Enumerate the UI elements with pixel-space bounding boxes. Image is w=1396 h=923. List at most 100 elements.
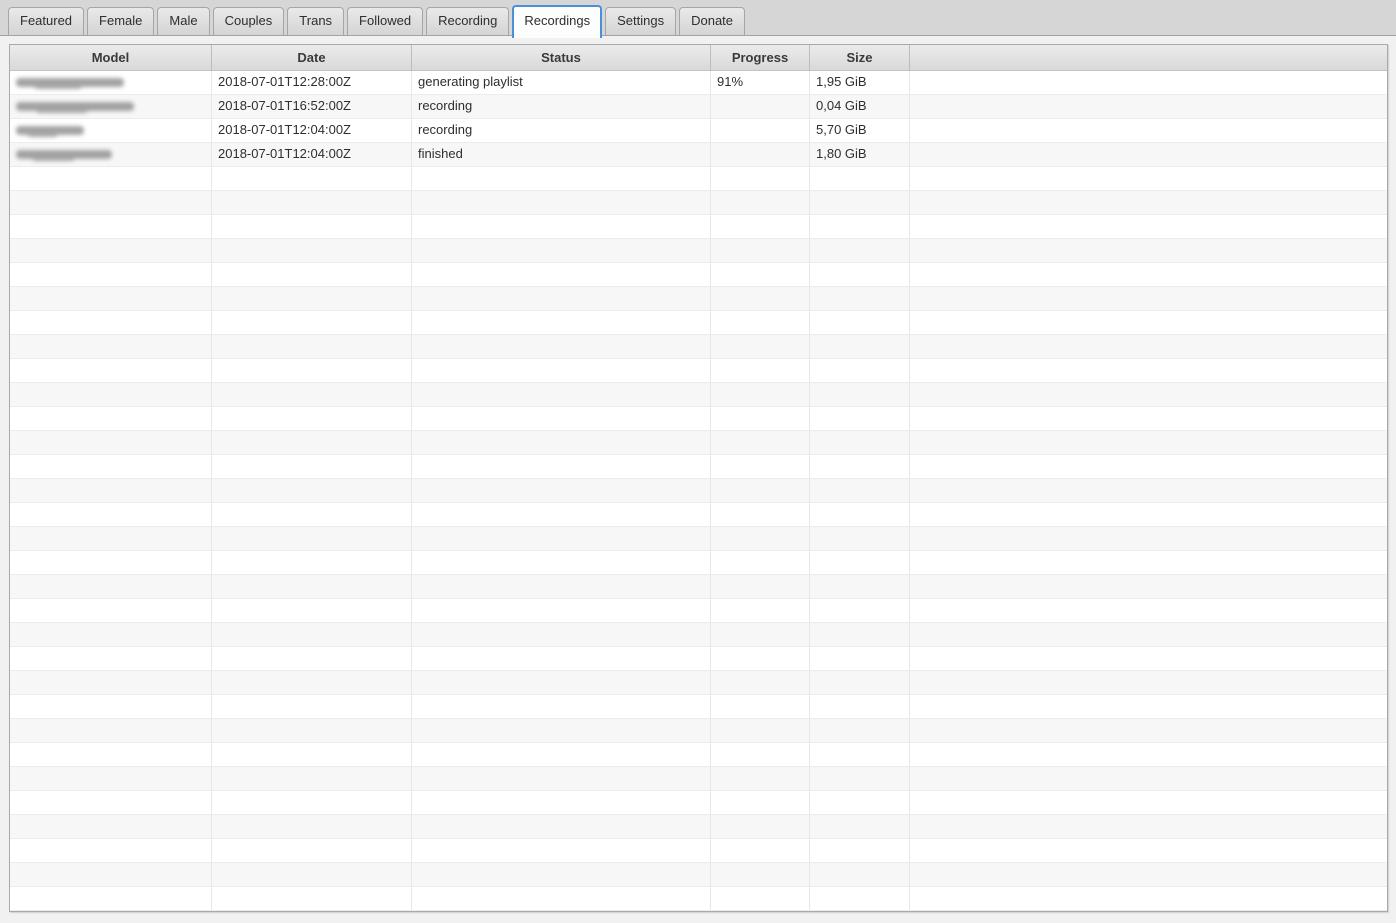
table-row[interactable]: 2018-07-01T12:04:00Zfinished1,80 GiB	[10, 143, 1387, 167]
cell-date	[212, 839, 412, 862]
cell-size	[810, 743, 910, 766]
redacted-model-name-smear	[35, 86, 80, 89]
cell-filler	[910, 143, 1387, 166]
recordings-tab-content: ModelDateStatusProgressSize 2018-07-01T1…	[0, 36, 1396, 923]
table-row-empty	[10, 791, 1387, 815]
cell-progress	[711, 263, 810, 286]
cell-size	[810, 431, 910, 454]
tab-recording[interactable]: Recording	[426, 7, 509, 35]
table-row-empty	[10, 839, 1387, 863]
cell-progress	[711, 575, 810, 598]
column-header-model[interactable]: Model	[10, 45, 212, 71]
cell-model	[10, 479, 212, 502]
cell-progress	[711, 167, 810, 190]
cell-status: recording	[412, 95, 711, 118]
cell-date: 2018-07-01T16:52:00Z	[212, 95, 412, 118]
cell-status	[412, 839, 711, 862]
column-header-status[interactable]: Status	[412, 45, 711, 71]
redacted-model-name	[16, 78, 124, 87]
tab-followed[interactable]: Followed	[347, 7, 423, 35]
table-row-empty	[10, 263, 1387, 287]
tab-featured[interactable]: Featured	[8, 7, 84, 35]
cell-model	[10, 359, 212, 382]
cell-filler	[910, 191, 1387, 214]
cell-size	[810, 695, 910, 718]
cell-date	[212, 287, 412, 310]
table-row-empty	[10, 455, 1387, 479]
cell-date	[212, 767, 412, 790]
cell-size	[810, 599, 910, 622]
table-row-empty	[10, 647, 1387, 671]
tab-donate[interactable]: Donate	[679, 7, 745, 35]
cell-size	[810, 383, 910, 406]
cell-progress	[711, 479, 810, 502]
cell-filler	[910, 455, 1387, 478]
column-header-date[interactable]: Date	[212, 45, 412, 71]
cell-model	[10, 191, 212, 214]
cell-filler	[910, 239, 1387, 262]
cell-model	[10, 143, 212, 166]
table-row-empty	[10, 887, 1387, 911]
cell-progress	[711, 143, 810, 166]
cell-status	[412, 239, 711, 262]
cell-status	[412, 479, 711, 502]
table-row[interactable]: 2018-07-01T12:28:00Zgenerating playlist9…	[10, 71, 1387, 95]
cell-filler	[910, 815, 1387, 838]
table-row-empty	[10, 695, 1387, 719]
cell-filler	[910, 623, 1387, 646]
cell-date	[212, 503, 412, 526]
cell-status	[412, 503, 711, 526]
cell-model	[10, 455, 212, 478]
cell-status	[412, 263, 711, 286]
cell-model	[10, 527, 212, 550]
cell-progress	[711, 119, 810, 142]
cell-status	[412, 719, 711, 742]
redacted-model-name-smear	[37, 110, 87, 113]
cell-status	[412, 863, 711, 886]
redacted-model-name-smear	[28, 134, 57, 137]
cell-filler	[910, 479, 1387, 502]
redacted-model-name	[16, 126, 84, 135]
cell-date	[212, 791, 412, 814]
tab-couples[interactable]: Couples	[213, 7, 285, 35]
cell-model	[10, 791, 212, 814]
table-row-empty	[10, 167, 1387, 191]
tab-recordings[interactable]: Recordings	[512, 5, 602, 38]
tab-trans[interactable]: Trans	[287, 7, 344, 35]
cell-size: 1,95 GiB	[810, 71, 910, 94]
tab-female[interactable]: Female	[87, 7, 154, 35]
cell-filler	[910, 287, 1387, 310]
column-header-size[interactable]: Size	[810, 45, 910, 71]
cell-date	[212, 551, 412, 574]
cell-status	[412, 743, 711, 766]
table-row[interactable]: 2018-07-01T12:04:00Zrecording5,70 GiB	[10, 119, 1387, 143]
tab-male[interactable]: Male	[157, 7, 209, 35]
cell-model	[10, 431, 212, 454]
cell-filler	[910, 839, 1387, 862]
cell-filler	[910, 695, 1387, 718]
cell-model	[10, 551, 212, 574]
cell-filler	[910, 791, 1387, 814]
cell-date	[212, 863, 412, 886]
column-header-progress[interactable]: Progress	[711, 45, 810, 71]
cell-date	[212, 479, 412, 502]
column-header-filler[interactable]	[910, 45, 1387, 71]
cell-filler	[910, 119, 1387, 142]
cell-size	[810, 287, 910, 310]
cell-status	[412, 599, 711, 622]
table-row-empty	[10, 719, 1387, 743]
table-row[interactable]: 2018-07-01T16:52:00Zrecording0,04 GiB	[10, 95, 1387, 119]
cell-size	[810, 191, 910, 214]
cell-model	[10, 815, 212, 838]
tab-settings[interactable]: Settings	[605, 7, 676, 35]
cell-progress	[711, 767, 810, 790]
cell-progress	[711, 311, 810, 334]
cell-progress	[711, 551, 810, 574]
cell-size	[810, 527, 910, 550]
cell-filler	[910, 671, 1387, 694]
cell-date	[212, 191, 412, 214]
cell-size	[810, 575, 910, 598]
redacted-model-name	[16, 150, 112, 159]
cell-date	[212, 599, 412, 622]
recordings-table: ModelDateStatusProgressSize 2018-07-01T1…	[9, 44, 1388, 912]
